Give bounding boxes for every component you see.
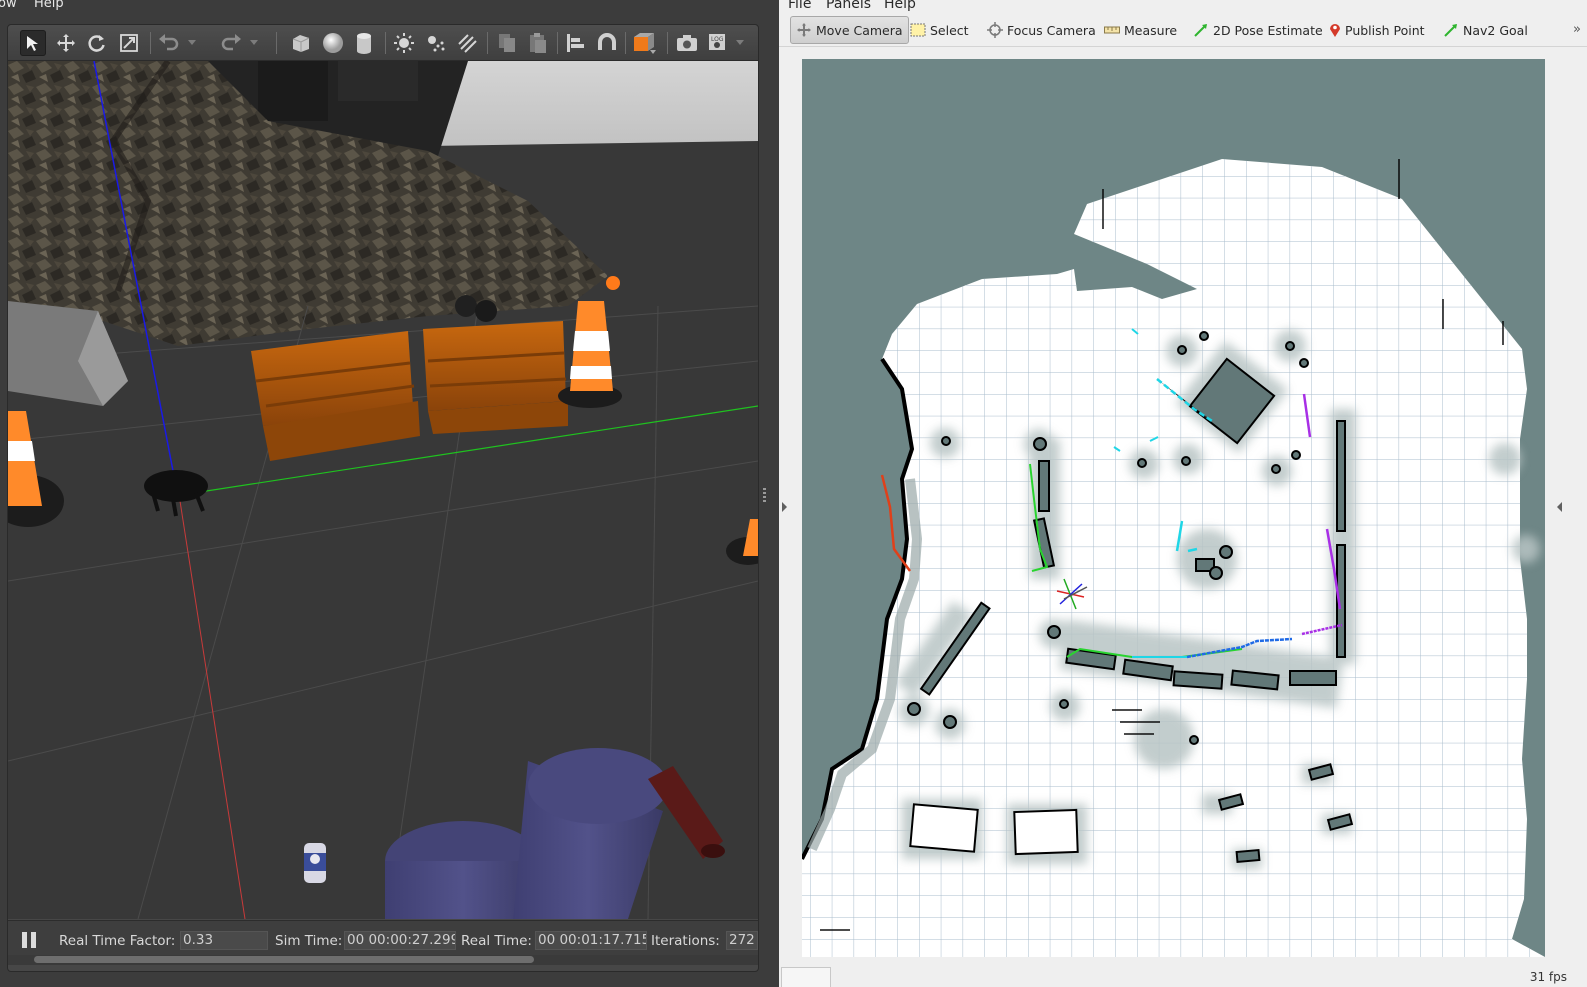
nav2-goal-icon [1444, 24, 1457, 37]
point-light-icon[interactable] [391, 30, 417, 56]
rviz-bottom-bar: 31 fps [779, 962, 1587, 987]
gazebo-menu-help[interactable]: Help [34, 0, 64, 10]
tool-publish-point[interactable]: Publish Point [1324, 16, 1430, 44]
tool-move-camera-label: Move Camera [816, 22, 903, 38]
gazebo-menubar: ow Help [0, 0, 778, 14]
change-view-icon[interactable] [632, 30, 658, 56]
pose-estimate-icon [1194, 24, 1207, 37]
focus-camera-icon [987, 22, 1003, 38]
redo-dropdown-icon[interactable] [246, 30, 262, 56]
gazebo-scene [8, 61, 758, 919]
gazebo-status-bar: Real Time Factor: 0.33 Sim Time: 00 00:0… [8, 920, 758, 960]
toolbar-separator [487, 32, 488, 54]
splitter-grip-icon[interactable] [763, 488, 766, 504]
directional-light-icon[interactable] [454, 30, 480, 56]
svg-text:LOG: LOG [711, 36, 724, 43]
log-dropdown-icon[interactable] [733, 30, 747, 56]
gazebo-horizontal-scrollbar[interactable] [8, 955, 758, 965]
toolbar-separator [557, 32, 558, 54]
iterations-label: Iterations: [651, 933, 720, 949]
select-icon [910, 23, 926, 37]
gazebo-3d-viewport[interactable] [8, 61, 758, 919]
window-splitter[interactable] [759, 0, 779, 987]
translate-mode-icon[interactable] [53, 30, 79, 56]
move-camera-icon [797, 23, 811, 37]
snap-magnet-icon[interactable] [594, 30, 620, 56]
spot-light-icon[interactable] [422, 30, 448, 56]
gazebo-menu-window[interactable]: ow [0, 0, 17, 10]
tool-nav2-goal[interactable]: Nav2 Goal [1438, 16, 1533, 44]
rviz-menu-help[interactable]: Help [884, 0, 916, 12]
paste-icon[interactable] [525, 30, 551, 56]
rviz-tools-toolbar: Move Camera Select Focus Camera Measure … [779, 13, 1587, 47]
log-icon[interactable]: LOG [705, 30, 731, 56]
tool-publish-point-label: Publish Point [1345, 22, 1425, 38]
rviz-left-dock-strip [779, 47, 791, 987]
redo-icon[interactable] [218, 30, 244, 56]
rotate-mode-icon[interactable] [84, 30, 110, 56]
sim-time-value: 00 00:00:27.299 [344, 931, 456, 950]
expand-right-panel-icon[interactable] [1557, 502, 1562, 512]
screenshot-camera-icon[interactable] [674, 30, 700, 56]
toolbar-separator [667, 32, 668, 54]
sim-time-label: Sim Time: [275, 933, 343, 949]
publish-point-icon [1330, 24, 1340, 37]
scrollbar-thumb[interactable] [34, 956, 534, 963]
sphere-shape-icon[interactable] [320, 30, 346, 56]
tool-focus-camera[interactable]: Focus Camera [982, 16, 1101, 44]
tool-move-camera[interactable]: Move Camera [790, 16, 909, 44]
toolbar-separator [385, 32, 386, 54]
real-time-label: Real Time: [461, 933, 532, 949]
undo-dropdown-icon[interactable] [184, 30, 200, 56]
toolbar-separator [625, 32, 626, 54]
rviz-3d-view-map[interactable] [802, 59, 1545, 957]
cylinder-shape-icon[interactable] [351, 30, 377, 56]
measure-icon [1104, 26, 1120, 34]
rviz-menu-file[interactable]: File [788, 0, 811, 12]
rviz-window: File Panels Help Move Camera Select Focu… [779, 0, 1587, 987]
box-shape-icon[interactable] [288, 30, 314, 56]
gazebo-window: ow Help LOG Real Time Factor: 0.33 Sim T… [0, 0, 778, 987]
copy-icon[interactable] [494, 30, 520, 56]
occupancy-map [802, 59, 1545, 957]
iterations-value: 272 [726, 931, 758, 950]
rtf-value: 0.33 [180, 931, 268, 950]
rviz-menu-panels[interactable]: Panels [826, 0, 871, 12]
tool-measure-label: Measure [1124, 22, 1178, 38]
toolbar-overflow-icon[interactable]: » [1573, 22, 1581, 37]
tool-select-label: Select [930, 22, 969, 38]
tool-select[interactable]: Select [905, 16, 974, 44]
tool-measure[interactable]: Measure [1099, 16, 1182, 44]
fps-counter: 31 fps [1529, 970, 1567, 984]
tool-nav2-goal-label: Nav2 Goal [1463, 22, 1528, 38]
gazebo-toolbar: LOG [8, 25, 758, 61]
toolbar-separator [150, 32, 151, 54]
undo-icon[interactable] [156, 30, 182, 56]
tool-2d-pose-estimate-label: 2D Pose Estimate [1213, 22, 1323, 38]
rviz-menubar: File Panels Help [779, 0, 1587, 13]
rtf-label: Real Time Factor: [59, 933, 176, 949]
rviz-bottom-tab[interactable] [781, 967, 831, 987]
rviz-right-dock-strip [1545, 47, 1587, 987]
select-mode-icon[interactable] [20, 30, 46, 56]
tool-2d-pose-estimate[interactable]: 2D Pose Estimate [1188, 16, 1328, 44]
expand-left-panel-icon[interactable] [782, 502, 787, 512]
scale-mode-icon[interactable] [116, 30, 142, 56]
real-time-value: 00 00:01:17.715 [535, 931, 647, 950]
pause-icon[interactable] [22, 932, 38, 950]
toolbar-separator [276, 32, 277, 54]
align-icon[interactable] [563, 30, 589, 56]
tool-focus-camera-label: Focus Camera [1007, 22, 1096, 38]
